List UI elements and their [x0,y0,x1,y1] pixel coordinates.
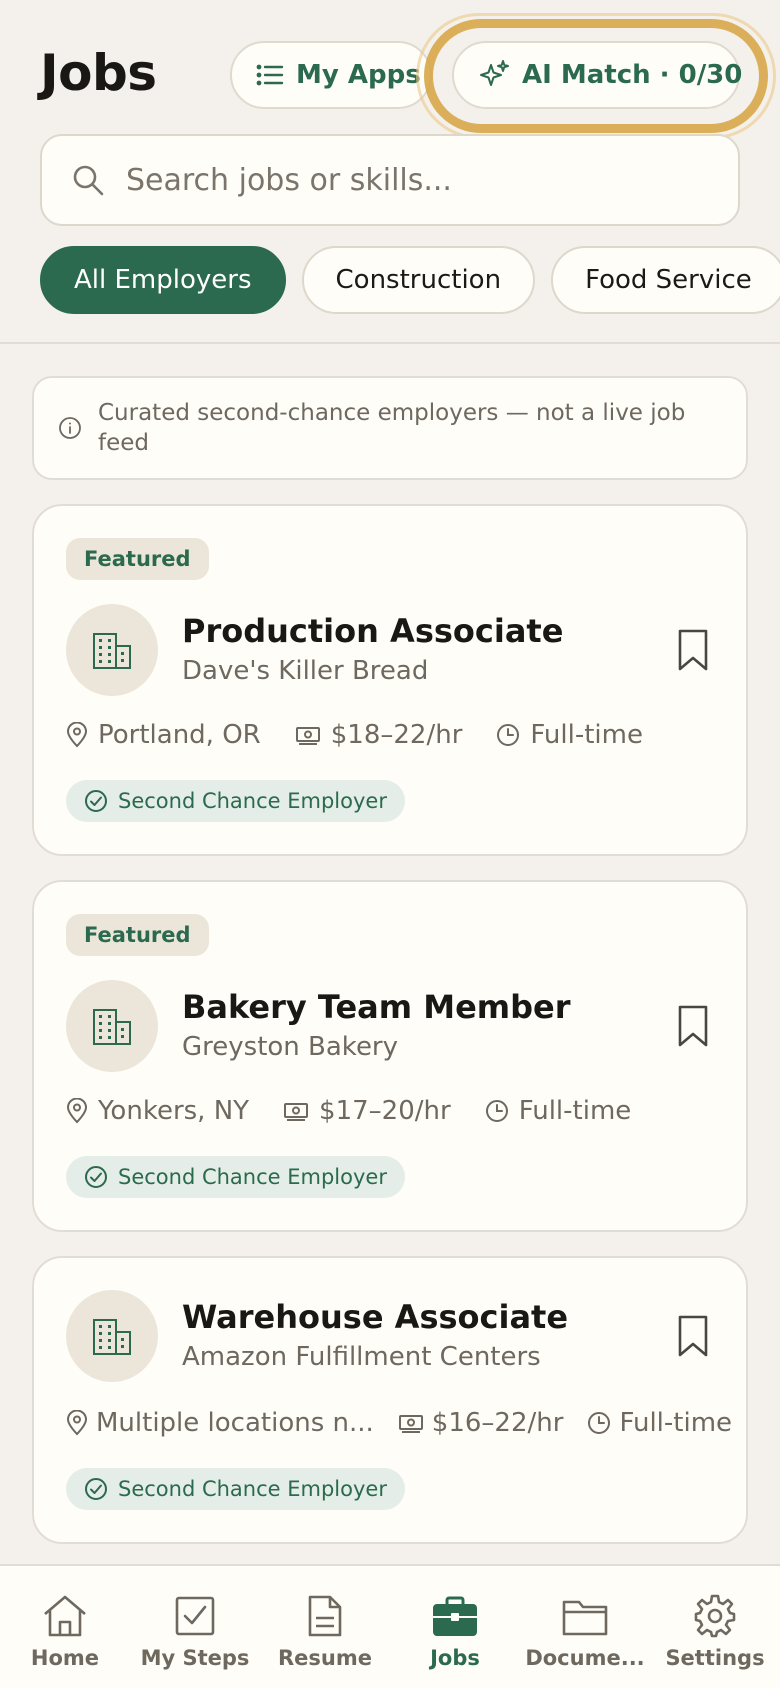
job-meta: Multiple locations n... $16–22/hr Full-t… [66,1408,732,1438]
nav-item-settings[interactable]: Settings [650,1566,780,1688]
featured-tag: Featured [66,538,209,580]
location-pin-icon [66,1098,88,1124]
job-pay: $17–20/hr [319,1096,451,1126]
checkbox-icon [173,1594,217,1638]
job-pay: $16–22/hr [431,1408,564,1438]
job-title[interactable]: Warehouse Associate [182,1298,568,1336]
ai-match-label: AI Match · 0/30 [522,60,743,90]
nav-label: My Steps [140,1646,250,1670]
money-icon [295,724,321,746]
nav-item-my-steps[interactable]: My Steps [130,1566,260,1688]
nav-item-jobs[interactable]: Jobs [390,1566,520,1688]
gear-icon [693,1594,737,1638]
job-location: Yonkers, NY [98,1096,250,1126]
nav-item-resume[interactable]: Resume [260,1566,390,1688]
job-meta: Portland, OR $18–22/hr Full-time [66,720,643,750]
job-schedule: Full-time [530,720,643,750]
second-chance-badge: Second Chance Employer [66,1156,405,1198]
briefcase-icon [431,1594,479,1638]
clock-icon [485,1099,509,1123]
job-schedule: Full-time [518,1096,632,1126]
location-pin-icon [66,1410,88,1436]
second-chance-badge: Second Chance Employer [66,1468,405,1510]
bottom-nav: Home My Steps Resume Jobs Docume... Sett [0,1564,780,1688]
home-icon [41,1594,89,1638]
ai-match-button[interactable]: AI Match · 0/30 [452,41,743,109]
job-pay: $18–22/hr [330,720,463,750]
second-chance-badge: Second Chance Employer [66,780,405,822]
job-title[interactable]: Production Associate [182,612,563,650]
building-icon [66,604,158,696]
search-icon [72,164,104,196]
job-card[interactable]: Warehouse Associate Amazon Fulfillment C… [32,1256,748,1544]
filter-chip-food-service[interactable]: Food Service [551,246,780,314]
bookmark-icon[interactable] [676,1314,710,1358]
clock-icon [587,1411,611,1435]
my-apps-button[interactable]: My Apps [230,41,432,109]
nav-label: Resume [278,1646,372,1670]
header: Jobs My Apps AI Match · 0/30 Search jobs… [0,0,780,344]
sparkles-icon [478,59,510,91]
badge-label: Second Chance Employer [118,789,387,813]
check-circle-icon [84,1477,108,1501]
featured-tag: Featured [66,914,209,956]
list-icon [256,63,284,87]
job-location: Portland, OR [98,720,261,750]
employer-name: Dave's Killer Bread [182,656,429,686]
money-icon [283,1100,309,1122]
my-apps-label: My Apps [296,60,421,90]
nav-item-documents[interactable]: Docume... [520,1566,650,1688]
job-card[interactable]: Featured Production Associate Dave's Kil… [32,504,748,856]
nav-item-home[interactable]: Home [0,1566,130,1688]
bookmark-icon[interactable] [676,1004,710,1048]
folder-icon [561,1594,609,1638]
search-input[interactable] [126,162,686,198]
building-icon [66,1290,158,1382]
job-card[interactable]: Featured Bakery Team Member Greyston Bak… [32,880,748,1232]
clock-icon [496,723,520,747]
nav-label: Settings [665,1646,765,1670]
filter-chips: All Employers Construction Food Service [40,246,780,314]
job-schedule: Full-time [619,1408,733,1438]
page-title: Jobs [40,44,157,102]
nav-label: Home [30,1646,100,1670]
info-icon [58,416,82,440]
bookmark-icon[interactable] [676,628,710,672]
job-meta: Yonkers, NY $17–20/hr Full-time [66,1096,631,1126]
badge-label: Second Chance Employer [118,1477,387,1501]
document-icon [305,1594,345,1638]
nav-label: Docume... [525,1646,645,1670]
employer-name: Amazon Fulfillment Centers [182,1342,541,1372]
location-pin-icon [66,722,88,748]
building-icon [66,980,158,1072]
job-location: Multiple locations n... [96,1408,374,1438]
nav-label: Jobs [430,1646,480,1670]
badge-label: Second Chance Employer [118,1165,387,1189]
employer-name: Greyston Bakery [182,1032,399,1062]
check-circle-icon [84,1165,108,1189]
check-circle-icon [84,789,108,813]
job-title[interactable]: Bakery Team Member [182,988,571,1026]
filter-chip-construction[interactable]: Construction [301,246,536,314]
money-icon [398,1412,424,1434]
info-notice: Curated second-chance employers — not a … [32,376,748,480]
search-box[interactable] [40,134,740,226]
filter-chip-all-employers[interactable]: All Employers [40,246,286,314]
notice-text: Curated second-chance employers — not a … [98,400,686,456]
